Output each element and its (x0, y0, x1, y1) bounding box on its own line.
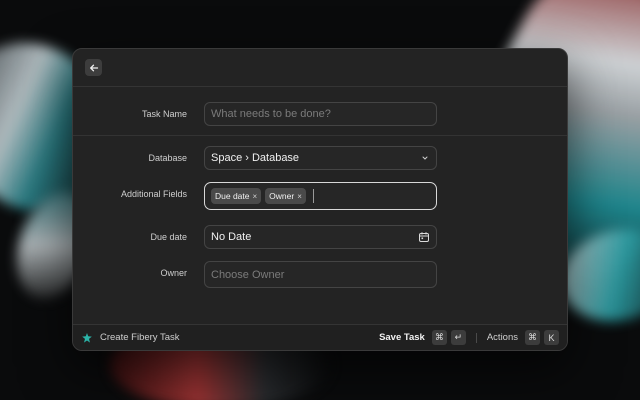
task-name-input[interactable]: What needs to be done? (204, 102, 437, 126)
tag-owner: Owner × (265, 188, 306, 204)
save-task-button[interactable]: Save Task (379, 332, 425, 343)
command-key-icon: ⌘ (431, 330, 447, 345)
database-select[interactable]: Space › Database (204, 146, 437, 170)
command-key-icon: ⌘ (525, 330, 540, 345)
due-date-label: Due date (150, 232, 187, 242)
task-name-label: Task Name (141, 109, 187, 119)
fibery-logo-icon (82, 332, 92, 343)
due-date-picker[interactable]: No Date (204, 225, 437, 249)
database-value: Space › Database (211, 152, 300, 164)
window-topbar (73, 49, 567, 87)
close-icon[interactable]: × (297, 192, 302, 201)
footer-title: Create Fibery Task (100, 332, 180, 343)
divider (475, 332, 477, 343)
footer-bar: Create Fibery Task Save Task ⌘ ↵ Actions… (73, 324, 567, 350)
back-button[interactable] (85, 59, 102, 76)
text-caret (312, 189, 314, 203)
owner-select[interactable]: Choose Owner (204, 261, 437, 288)
k-key-icon: K (544, 330, 559, 345)
additional-fields-label: Additional Fields (120, 189, 187, 199)
actions-button[interactable]: Actions (487, 332, 518, 343)
footer-actions: Save Task ⌘ ↵ Actions ⌘ K (379, 330, 559, 345)
additional-fields-input[interactable]: Due date × Owner × (204, 182, 437, 210)
divider (73, 135, 567, 136)
owner-placeholder: Choose Owner (211, 268, 285, 281)
owner-label: Owner (160, 268, 187, 278)
tag-due-date: Due date × (211, 188, 262, 204)
close-icon[interactable]: × (253, 192, 258, 201)
enter-key-icon: ↵ (450, 330, 466, 345)
tag-label: Due date (215, 191, 250, 201)
arrow-left-icon (89, 64, 98, 71)
create-task-window: Task Name What needs to be done? Databas… (72, 48, 568, 351)
task-name-placeholder: What needs to be done? (211, 108, 331, 120)
calendar-icon[interactable] (418, 231, 430, 243)
due-date-value: No Date (211, 231, 252, 243)
database-label: Database (148, 153, 187, 163)
chevron-down-icon (422, 156, 428, 160)
tag-label: Owner (269, 191, 295, 201)
